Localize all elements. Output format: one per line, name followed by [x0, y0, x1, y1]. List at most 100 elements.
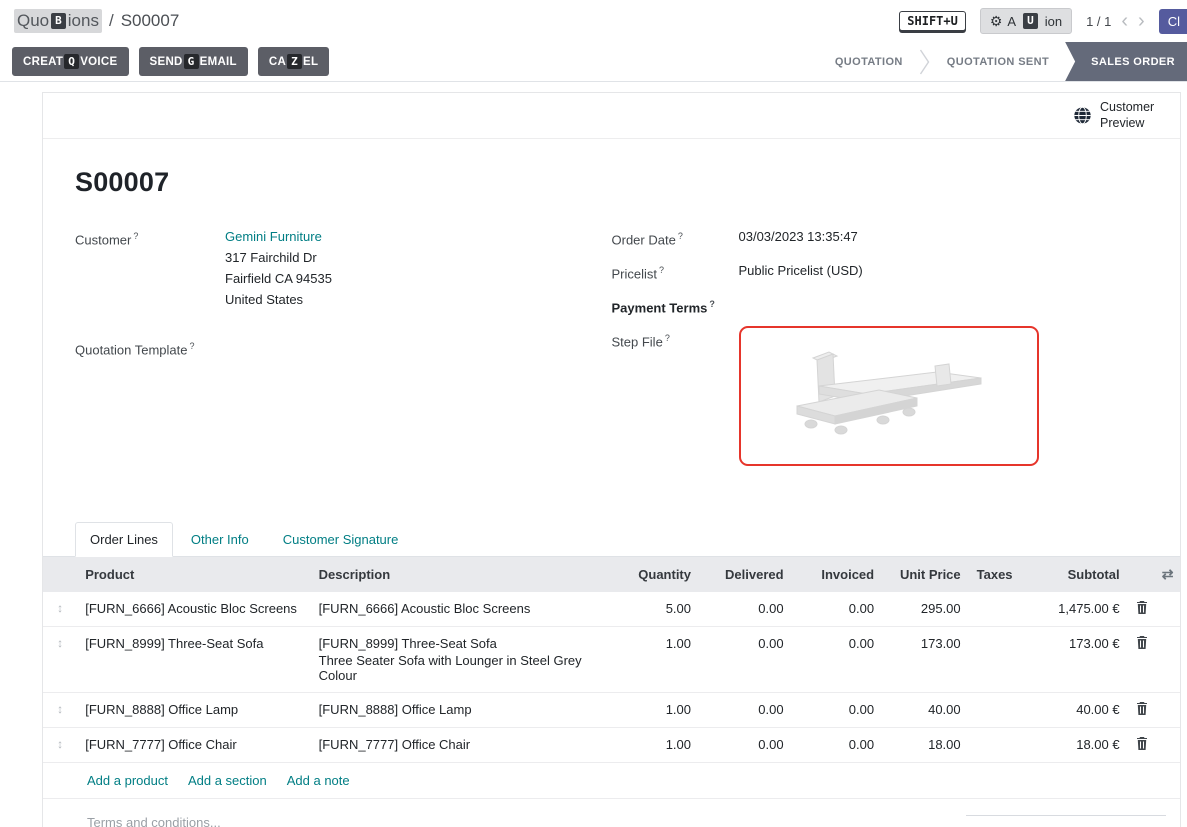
table-row[interactable]: ↕ [FURN_8888] Office Lamp [FURN_8888] Of… [43, 693, 1180, 728]
cell-description[interactable]: [FURN_8999] Three-Seat Sofa Three Seater… [311, 627, 613, 693]
cell-invoiced[interactable]: 0.00 [792, 693, 883, 728]
delete-row-button[interactable] [1128, 693, 1154, 728]
help-icon: ? [709, 299, 715, 309]
cell-quantity[interactable]: 5.00 [612, 592, 699, 627]
cell-unit-price[interactable]: 295.00 [882, 592, 969, 627]
trash-icon [1136, 702, 1148, 715]
cell-delivered[interactable]: 0.00 [699, 693, 792, 728]
cancel-label-post: EL [303, 56, 318, 68]
pricelist-value[interactable]: Public Pricelist (USD) [739, 260, 863, 284]
cell-delivered[interactable]: 0.00 [699, 627, 792, 693]
drag-handle-icon[interactable]: ↕ [43, 627, 77, 693]
customer-preview-link[interactable]: Customer Preview [1073, 99, 1162, 132]
field-customer: Customer? Gemini Furniture 317 Fairchild… [75, 226, 612, 310]
table-row[interactable]: ↕ [FURN_8999] Three-Seat Sofa [FURN_8999… [43, 627, 1180, 693]
cell-subtotal[interactable]: 173.00 € [1019, 627, 1128, 693]
cell-quantity[interactable]: 1.00 [612, 693, 699, 728]
add-a-section-link[interactable]: Add a section [188, 773, 267, 788]
cell-unit-price[interactable]: 40.00 [882, 693, 969, 728]
trash-icon [1136, 636, 1148, 649]
cell-description[interactable]: [FURN_7777] Office Chair [311, 728, 613, 763]
breadcrumb-quotations-link[interactable]: QuoBions [14, 9, 102, 33]
cell-taxes[interactable] [969, 592, 1019, 627]
cell-invoiced[interactable]: 0.00 [792, 627, 883, 693]
status-step-sales-order[interactable]: SALES ORDER [1065, 42, 1187, 81]
order-date-value[interactable]: 03/03/2023 13:35:47 [739, 226, 858, 250]
cell-product[interactable]: [FURN_7777] Office Chair [77, 728, 310, 763]
cell-taxes[interactable] [969, 627, 1019, 693]
cell-invoiced[interactable]: 0.00 [792, 728, 883, 763]
cell-delivered[interactable]: 0.00 [699, 592, 792, 627]
row-end-spacer [1154, 592, 1180, 627]
tab-customer-signature[interactable]: Customer Signature [281, 523, 401, 556]
payment-terms-input[interactable] [739, 294, 879, 318]
globe-icon [1073, 106, 1092, 125]
cell-subtotal[interactable]: 18.00 € [1019, 728, 1128, 763]
send-email-button[interactable]: SENDGEMAIL [139, 47, 248, 77]
drag-handle-icon[interactable]: ↕ [43, 592, 77, 627]
cell-taxes[interactable] [969, 728, 1019, 763]
table-row[interactable]: ↕ [FURN_6666] Acoustic Bloc Screens [FUR… [43, 592, 1180, 627]
help-icon: ? [133, 231, 138, 241]
cell-unit-price[interactable]: 173.00 [882, 627, 969, 693]
add-a-product-link[interactable]: Add a product [87, 773, 168, 788]
step-file-value [739, 328, 1039, 466]
cell-product[interactable]: [FURN_8999] Three-Seat Sofa [77, 627, 310, 693]
cell-subtotal[interactable]: 1,475.00 € [1019, 592, 1128, 627]
field-label-quotation-template: Quotation Template? [75, 336, 225, 360]
action-menu-button[interactable]: ⚙ AUion [980, 8, 1072, 34]
drag-handle-icon[interactable]: ↕ [43, 728, 77, 763]
cell-quantity[interactable]: 1.00 [612, 627, 699, 693]
cell-description[interactable]: [FURN_6666] Acoustic Bloc Screens [311, 592, 613, 627]
table-header-row: Product Description Quantity Delivered I… [43, 557, 1180, 592]
column-header-delivered: Delivered [699, 557, 792, 592]
action-buttons: CREATQVOICE SENDGEMAIL CAZEL [12, 42, 329, 81]
table-row[interactable]: ↕ [FURN_7777] Office Chair [FURN_7777] O… [43, 728, 1180, 763]
quotation-template-input[interactable] [225, 336, 365, 360]
send-email-label-pre: SEND [150, 56, 183, 68]
row-end-spacer [1154, 728, 1180, 763]
delete-row-button[interactable] [1128, 592, 1154, 627]
pager-previous-button[interactable]: ‹ [1121, 11, 1128, 31]
add-a-note-link[interactable]: Add a note [287, 773, 350, 788]
gear-icon: ⚙ [990, 14, 1003, 28]
sheet-footer: Terms and conditions... Total: 1,706.00 … [43, 799, 1180, 827]
statusbar: QUOTATION QUOTATION SENT SALES ORDER [819, 42, 1187, 81]
cancel-button[interactable]: CAZEL [258, 47, 329, 77]
cell-description[interactable]: [FURN_8888] Office Lamp [311, 693, 613, 728]
delete-row-button[interactable] [1128, 728, 1154, 763]
tab-other-info[interactable]: Other Info [189, 523, 251, 556]
help-icon: ? [665, 333, 670, 343]
cell-product[interactable]: [FURN_8888] Office Lamp [77, 693, 310, 728]
row-end-spacer [1154, 627, 1180, 693]
send-email-label-post: EMAIL [200, 56, 237, 68]
form-sheet: Customer Preview S00007 Customer? Gemini… [42, 92, 1181, 827]
notebook-tabs: Order Lines Other Info Customer Signatur… [43, 522, 1180, 557]
corner-cutoff-button[interactable]: Cl [1159, 9, 1187, 34]
breadcrumb-separator: / [109, 11, 114, 31]
cell-taxes[interactable] [969, 693, 1019, 728]
customer-link[interactable]: Gemini Furniture [225, 229, 322, 244]
pager-next-button[interactable]: › [1138, 11, 1145, 31]
column-header-subtotal: Subtotal [1019, 557, 1128, 592]
delete-row-button[interactable] [1128, 627, 1154, 693]
payment-terms-label-text: Payment Terms [612, 300, 708, 315]
cell-delivered[interactable]: 0.00 [699, 728, 792, 763]
tab-order-lines[interactable]: Order Lines [75, 522, 173, 557]
status-step-quotation[interactable]: QUOTATION [819, 42, 919, 81]
customer-value: Gemini Furniture 317 Fairchild Dr Fairfi… [225, 226, 332, 310]
cell-subtotal[interactable]: 40.00 € [1019, 693, 1128, 728]
create-invoice-button[interactable]: CREATQVOICE [12, 47, 129, 77]
cell-quantity[interactable]: 1.00 [612, 728, 699, 763]
customer-address-line-2: Fairfield CA 94535 [225, 268, 332, 289]
control-panel-bottom: CREATQVOICE SENDGEMAIL CAZEL QUOTATION Q… [0, 42, 1187, 82]
row-end-spacer [1154, 693, 1180, 728]
cell-unit-price[interactable]: 18.00 [882, 728, 969, 763]
adjust-columns-icon[interactable]: ⇄ [1162, 566, 1174, 582]
status-step-quotation-sent[interactable]: QUOTATION SENT [931, 42, 1065, 81]
terms-and-conditions-input[interactable]: Terms and conditions... [87, 815, 221, 827]
cell-invoiced[interactable]: 0.00 [792, 592, 883, 627]
cell-product[interactable]: [FURN_6666] Acoustic Bloc Screens [77, 592, 310, 627]
step-file-preview[interactable] [739, 326, 1039, 466]
drag-handle-icon[interactable]: ↕ [43, 693, 77, 728]
